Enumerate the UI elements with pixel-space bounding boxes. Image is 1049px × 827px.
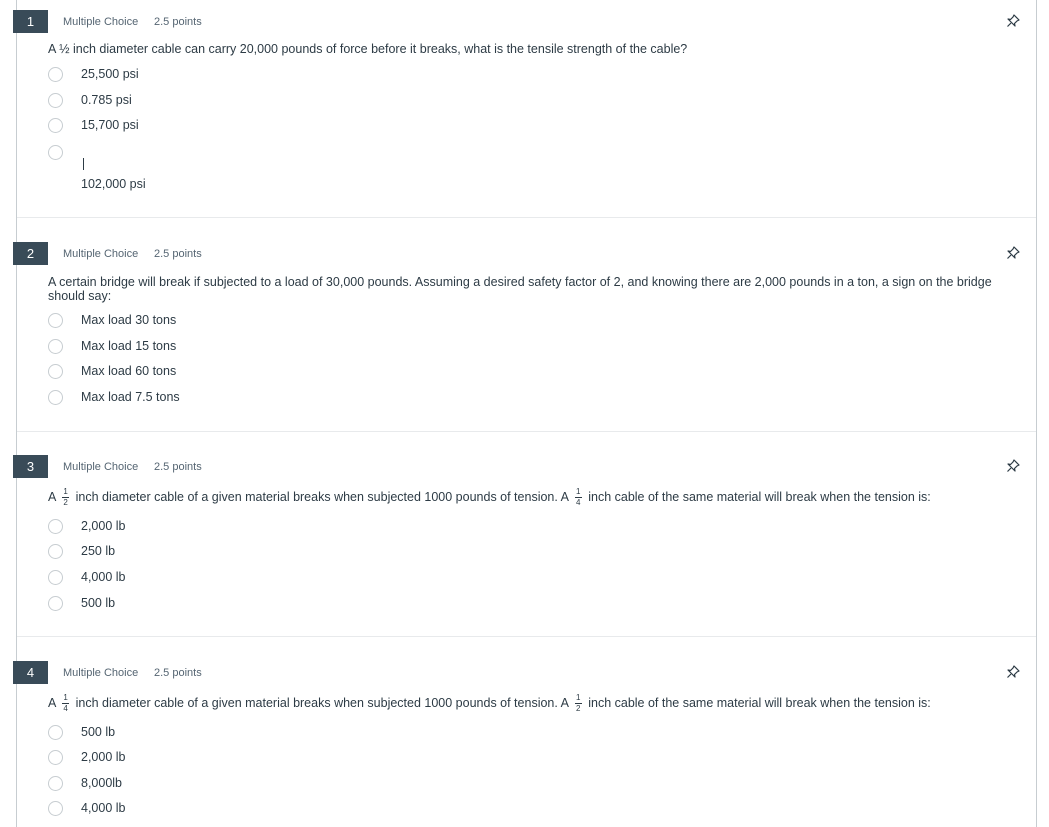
text-cursor — [83, 158, 84, 170]
question-type: Multiple Choice — [63, 667, 139, 679]
question-text-part: inch diameter cable of a given material … — [72, 489, 572, 504]
radio-button[interactable] — [48, 544, 63, 559]
question-points: 2.5 points — [154, 461, 202, 473]
question-text-part: A — [48, 489, 60, 504]
pin-icon[interactable] — [1005, 13, 1021, 29]
question-text-part: inch cable of the same material will bre… — [584, 489, 931, 504]
answer-label[interactable]: 8,000lb — [81, 776, 122, 790]
fraction-denominator: 4 — [63, 704, 68, 713]
fraction: 12 — [574, 693, 582, 713]
question-number: 4 — [13, 661, 48, 684]
radio-button[interactable] — [48, 596, 63, 611]
answer-label[interactable]: 25,500 psi — [81, 67, 139, 81]
question-number: 3 — [13, 455, 48, 478]
answer-label[interactable]: 500 lb — [81, 725, 115, 739]
radio-button[interactable] — [48, 570, 63, 585]
radio-button[interactable] — [48, 145, 63, 160]
question-3: 3 Multiple Choice 2.5 points A 12 inch d… — [13, 445, 1036, 637]
radio-button[interactable] — [48, 339, 63, 354]
radio-button[interactable] — [48, 313, 63, 328]
radio-button[interactable] — [48, 750, 63, 765]
question-text-part: A — [48, 695, 60, 710]
answer-label[interactable]: Max load 60 tons — [81, 364, 176, 378]
fraction-numerator: 1 — [63, 693, 68, 702]
radio-button[interactable] — [48, 364, 63, 379]
question-1: 1 Multiple Choice 2.5 points A ½ inch di… — [13, 0, 1036, 218]
question-divider — [17, 431, 1036, 432]
radio-button[interactable] — [48, 725, 63, 740]
answer-label[interactable]: 2,000 lb — [81, 750, 125, 764]
question-text: A certain bridge will break if subjected… — [48, 275, 992, 303]
radio-button[interactable] — [48, 519, 63, 534]
radio-button[interactable] — [48, 390, 63, 405]
question-points: 2.5 points — [154, 16, 202, 28]
fraction: 14 — [62, 693, 70, 713]
question-text: A ½ inch diameter cable can carry 20,000… — [48, 42, 688, 56]
answer-label[interactable]: 2,000 lb — [81, 519, 125, 533]
fraction-denominator: 2 — [63, 498, 68, 507]
answer-label[interactable]: Max load 30 tons — [81, 313, 176, 327]
question-type: Multiple Choice — [63, 248, 139, 260]
fraction: 12 — [62, 487, 70, 507]
radio-button[interactable] — [48, 776, 63, 791]
answer-label[interactable]: 4,000 lb — [81, 801, 125, 815]
fraction-denominator: 4 — [576, 498, 581, 507]
question-points: 2.5 points — [154, 248, 202, 260]
question-text-part: inch cable of the same material will bre… — [584, 695, 931, 710]
question-type: Multiple Choice — [63, 16, 139, 28]
answer-label[interactable]: 4,000 lb — [81, 570, 125, 584]
pin-icon[interactable] — [1005, 245, 1021, 261]
fraction-numerator: 1 — [576, 693, 581, 702]
radio-button[interactable] — [48, 118, 63, 133]
question-divider — [17, 217, 1036, 218]
answer-label[interactable]: 250 lb — [81, 544, 115, 558]
question-divider — [17, 636, 1036, 637]
question-text: A 12 inch diameter cable of a given mate… — [48, 488, 1014, 507]
radio-button[interactable] — [48, 93, 63, 108]
radio-button[interactable] — [48, 67, 63, 82]
answer-label[interactable]: 15,700 psi — [81, 118, 139, 132]
fraction-denominator: 2 — [576, 704, 581, 713]
radio-button[interactable] — [48, 801, 63, 816]
answer-label[interactable]: Max load 15 tons — [81, 339, 176, 353]
question-type: Multiple Choice — [63, 461, 139, 473]
question-text-part: inch diameter cable of a given material … — [72, 695, 572, 710]
question-2: 2 Multiple Choice 2.5 points A certain b… — [13, 232, 1036, 432]
question-points: 2.5 points — [154, 667, 202, 679]
quiz-panel: 1 Multiple Choice 2.5 points A ½ inch di… — [13, 0, 1037, 827]
answer-label[interactable]: Max load 7.5 tons — [81, 390, 180, 404]
answer-label[interactable]: 102,000 psi — [81, 177, 146, 191]
fraction-numerator: 1 — [576, 487, 581, 496]
fraction: 14 — [574, 487, 582, 507]
pin-icon[interactable] — [1005, 458, 1021, 474]
fraction-numerator: 1 — [63, 487, 68, 496]
pin-icon[interactable] — [1005, 664, 1021, 680]
question-4: 4 Multiple Choice 2.5 points A 14 inch d… — [13, 651, 1036, 827]
question-number: 1 — [13, 10, 48, 33]
answer-label[interactable]: 500 lb — [81, 596, 115, 610]
question-number: 2 — [13, 242, 48, 265]
answer-label[interactable]: 0.785 psi — [81, 93, 132, 107]
question-text: A 14 inch diameter cable of a given mate… — [48, 694, 1014, 713]
